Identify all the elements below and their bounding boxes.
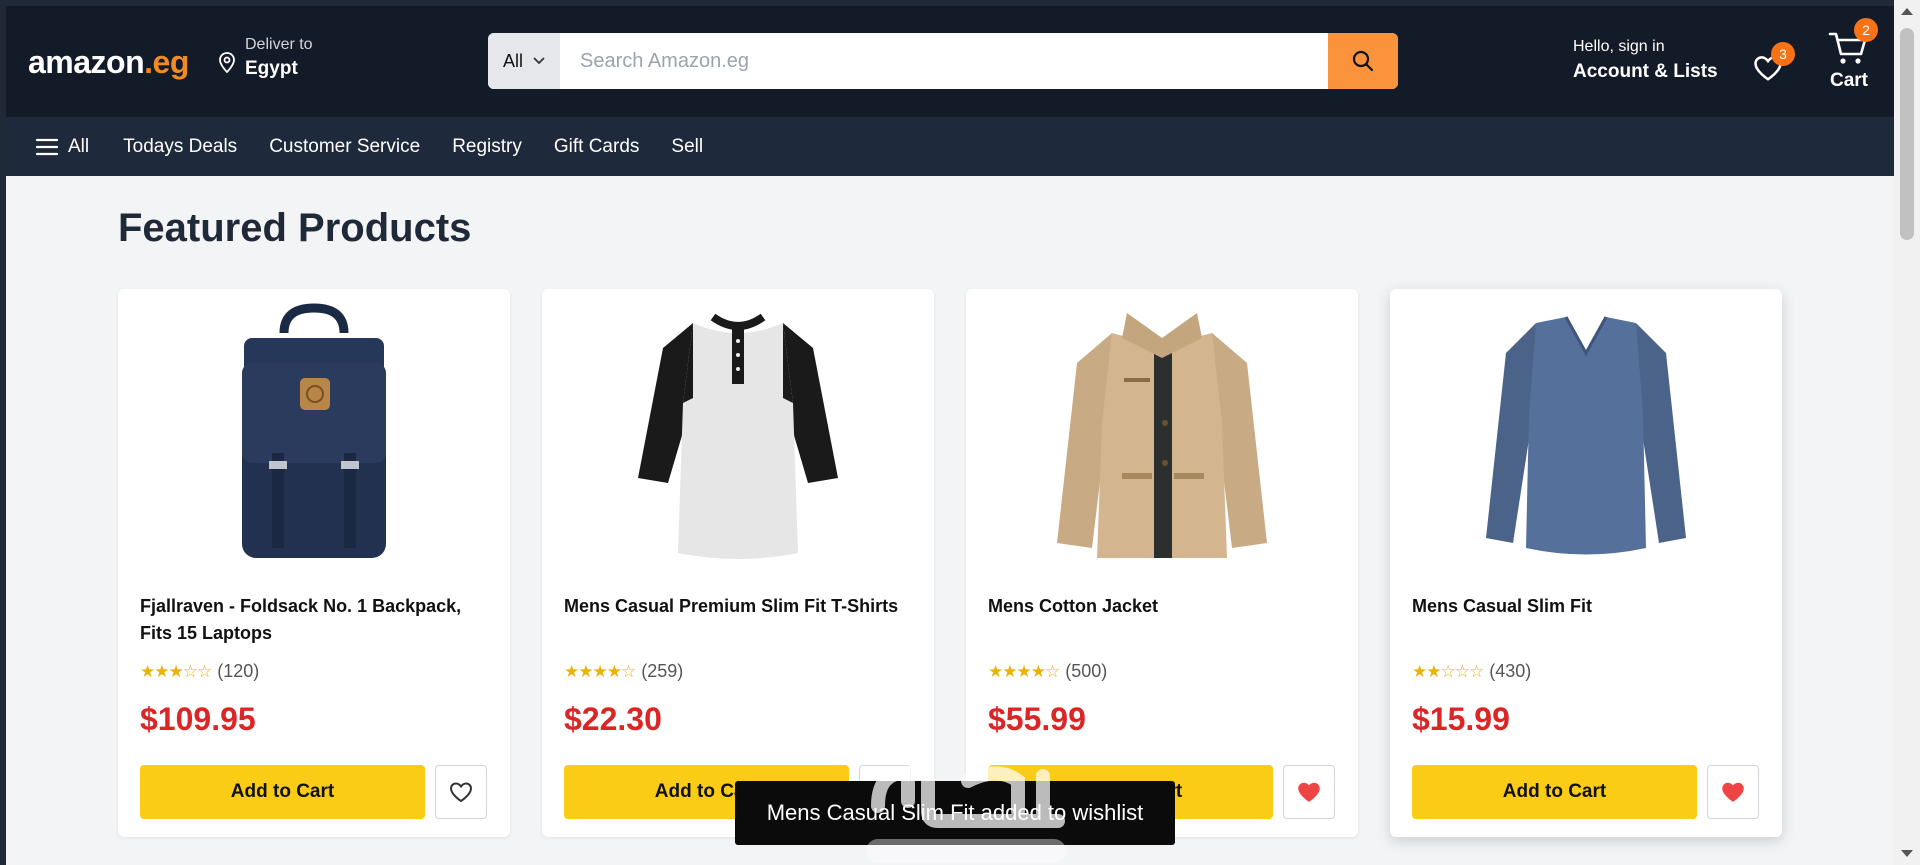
product-card[interactable]: Mens Casual Premium Slim Fit T-Shirts ★★… (542, 289, 934, 837)
product-card[interactable]: Mens Cotton Jacket ★★★★☆ (500) $55.99 Ad… (966, 289, 1358, 837)
rating-stars: ★★☆☆☆ (1412, 661, 1484, 681)
chevron-down-icon (533, 57, 545, 65)
product-image[interactable] (1390, 303, 1782, 563)
product-price: $55.99 (988, 701, 1086, 737)
cart-count-badge: 2 (1854, 18, 1878, 42)
wishlist-count-badge: 3 (1771, 42, 1795, 66)
scroll-up-arrow-icon[interactable] (1901, 8, 1913, 15)
search-bar: All (488, 33, 1398, 89)
search-category-select[interactable]: All (488, 33, 560, 89)
product-price: $15.99 (1412, 701, 1510, 737)
top-header: amazon.eg Deliver to Egypt All Hello, si… (6, 6, 1894, 117)
deliver-to[interactable]: Deliver to Egypt (218, 36, 313, 80)
product-card[interactable]: Fjallraven - Foldsack No. 1 Backpack, Fi… (118, 289, 510, 837)
search-button[interactable] (1328, 33, 1398, 89)
nav-all-label: All (68, 135, 90, 157)
nav-item-registry[interactable]: Registry (452, 136, 522, 158)
nav-item-gift-cards[interactable]: Gift Cards (554, 136, 640, 158)
review-count: (259) (641, 661, 684, 681)
wishlist-toggle-button[interactable] (1283, 765, 1335, 819)
deliver-country: Egypt (245, 58, 298, 79)
longsleeve-image (1486, 316, 1686, 555)
logo-text: amazon (28, 44, 145, 80)
cart-button[interactable]: 2 Cart (1824, 18, 1878, 96)
nav-item-sell[interactable]: Sell (671, 136, 703, 158)
product-title[interactable]: Mens Casual Slim Fit (1412, 593, 1762, 620)
product-image[interactable] (118, 303, 510, 563)
product-card[interactable]: Mens Casual Slim Fit ★★☆☆☆ (430) $15.99 … (1390, 289, 1782, 837)
product-image[interactable] (542, 303, 934, 563)
hamburger-icon (36, 138, 58, 155)
search-category-value: All (502, 50, 523, 71)
nav-bar: All Todays Deals Customer Service Regist… (6, 117, 1894, 176)
amazon-logo[interactable]: amazon.eg (28, 44, 189, 81)
heart-filled-icon (1298, 782, 1320, 802)
rating-stars: ★★★☆☆ (140, 661, 212, 681)
product-price: $22.30 (564, 701, 662, 737)
scrollbar-thumb[interactable] (1900, 28, 1914, 240)
location-pin-icon (219, 52, 235, 74)
cart-label: Cart (1829, 70, 1868, 91)
scroll-down-arrow-icon[interactable] (1901, 850, 1913, 857)
review-count: (120) (217, 661, 260, 681)
jacket-image (1057, 313, 1267, 558)
nav-all-menu[interactable]: All (36, 136, 89, 158)
review-count: (500) (1065, 661, 1108, 681)
search-icon (1352, 50, 1374, 72)
heart-filled-icon (1722, 782, 1744, 802)
page-scrollbar[interactable] (1894, 0, 1920, 865)
add-to-cart-button[interactable]: Add to Cart (1412, 765, 1697, 819)
logo-suffix: .eg (144, 44, 189, 80)
rating-stars: ★★★★☆ (564, 661, 636, 681)
nav-item-customer-service[interactable]: Customer Service (269, 136, 420, 158)
product-title[interactable]: Mens Cotton Jacket (988, 593, 1338, 620)
product-rating: ★★★☆☆ (120) (140, 661, 259, 682)
product-image[interactable] (966, 303, 1358, 563)
product-rating: ★★★★☆ (259) (564, 661, 683, 682)
wishlist-toggle-button[interactable] (435, 765, 487, 819)
wishlist-toggle-button[interactable] (1707, 765, 1759, 819)
raglan-tshirt-image (638, 313, 838, 559)
product-rating: ★★☆☆☆ (430) (1412, 661, 1531, 682)
account-greeting: Hello, sign in (1573, 38, 1665, 55)
search-input[interactable] (560, 33, 1328, 89)
add-to-cart-button[interactable]: Add to Cart (140, 765, 425, 819)
nav-item-todays-deals[interactable]: Todays Deals (123, 136, 237, 158)
product-title[interactable]: Mens Casual Premium Slim Fit T-Shirts (564, 593, 914, 620)
rating-stars: ★★★★☆ (988, 661, 1060, 681)
toast-notification: Mens Casual Slim Fit added to wishlist (735, 781, 1175, 845)
product-rating: ★★★★☆ (500) (988, 661, 1107, 682)
product-title[interactable]: Fjallraven - Foldsack No. 1 Backpack, Fi… (140, 593, 490, 647)
account-lists[interactable]: Hello, sign in Account & Lists (1573, 38, 1718, 83)
deliver-label: Deliver to (245, 36, 313, 53)
heart-outline-icon (449, 782, 473, 803)
app-frame: amazon.eg Deliver to Egypt All Hello, si… (0, 0, 1894, 865)
backpack-image (242, 303, 386, 558)
account-label: Account & Lists (1573, 61, 1718, 82)
page-title: Featured Products (118, 206, 472, 250)
wishlist-button[interactable]: 3 (1747, 42, 1795, 88)
review-count: (430) (1489, 661, 1532, 681)
product-price: $109.95 (140, 701, 256, 737)
